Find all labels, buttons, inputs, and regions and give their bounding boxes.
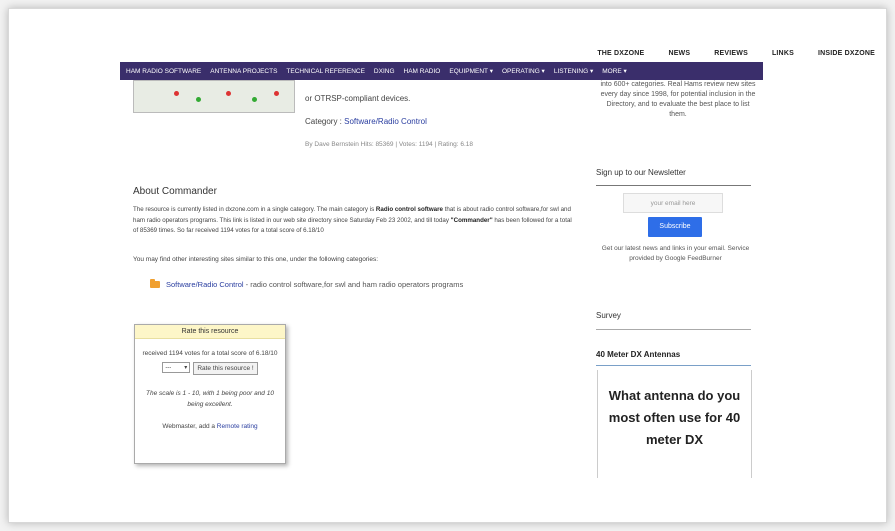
about-text-part: The resource is currently listed in dxzo… [133, 206, 376, 213]
newsletter-email-input[interactable]: your email here [623, 193, 723, 213]
nav-antenna-projects[interactable]: ANTENNA PROJECTS [210, 68, 277, 75]
nav-ham-radio-software[interactable]: HAM RADIO SOFTWARE [126, 68, 201, 75]
nav-equipment[interactable]: EQUIPMENT ▾ [449, 67, 493, 75]
topnav-dxzone[interactable]: THE DXZONE [597, 50, 644, 57]
subscribe-button[interactable]: Subscribe [648, 217, 702, 237]
about-title: About Commander [133, 186, 217, 197]
survey-title: Survey [596, 311, 621, 320]
nav-more[interactable]: MORE ▾ [602, 67, 627, 75]
dx-antennas-title: 40 Meter DX Antennas [596, 350, 681, 359]
survey-frame[interactable]: What antenna do you most often use for 4… [597, 370, 752, 478]
similar-category-item: Software/Radio Control - radio control s… [150, 279, 463, 289]
resource-category: Category : Software/Radio Control [305, 117, 427, 126]
nav-ham-radio[interactable]: HAM RADIO [404, 68, 441, 75]
nav-listening[interactable]: LISTENING ▾ [554, 67, 593, 75]
nav-operating[interactable]: OPERATING ▾ [502, 67, 545, 75]
similar-category-link[interactable]: Software/Radio Control [166, 280, 244, 289]
directory-intro-text: into 600+ categories. Real Hams review n… [600, 81, 756, 118]
scale-text-part: being poor and [219, 390, 267, 397]
main-nav: HAM RADIO SOFTWARE ANTENNA PROJECTS TECH… [120, 62, 763, 80]
rating-select[interactable]: --- [162, 362, 191, 374]
about-main-category: Radio control software [375, 206, 443, 213]
survey-question: What antenna do you most often use for 4… [608, 388, 741, 447]
resource-description: or OTRSP-compliant devices. [305, 94, 411, 103]
scale-text-part: being excellent. [187, 401, 233, 408]
about-text: The resource is currently listed in dxzo… [133, 205, 578, 237]
rate-scale-text: The scale is 1 - 10, with 1 being poor a… [143, 388, 277, 410]
similar-categories-text: You may find other interesting sites sim… [133, 256, 379, 263]
about-resource-name: "Commander" [450, 216, 493, 224]
nav-technical-reference[interactable]: TECHNICAL REFERENCE [286, 68, 365, 75]
dx-divider [596, 365, 751, 366]
folder-icon [150, 279, 160, 288]
top-nav: THE DXZONE NEWS REVIEWS LINKS INSIDE DXZ… [597, 50, 874, 57]
newsletter-divider [596, 185, 751, 186]
category-label: Category : [305, 117, 345, 126]
category-link[interactable]: Software/Radio Control [344, 117, 427, 126]
resource-byline: By Dave Bernstein Hits: 85369 | Votes: 1… [305, 141, 474, 148]
similar-category-entry: Software/Radio Control - radio control s… [166, 280, 463, 289]
remote-rating-prefix: Webmaster, add a [162, 423, 217, 430]
newsletter-title: Sign up to our Newsletter [596, 168, 686, 177]
nav-dxing[interactable]: DXING [374, 68, 395, 75]
topnav-inside-dxzone[interactable]: INSIDE DXZONE [818, 50, 875, 57]
topnav-links[interactable]: LINKS [772, 50, 794, 57]
scale-text-part: The scale is 1 - 10, with [146, 390, 217, 397]
rate-controls: --- Rate this resource ! [135, 362, 285, 375]
remote-rating: Webmaster, add a Remote rating [135, 423, 285, 430]
survey-divider [596, 329, 751, 330]
rate-resource-box: Rate this resource received 1194 votes f… [134, 324, 286, 464]
rate-box-header: Rate this resource [135, 325, 285, 339]
rate-button[interactable]: Rate this resource ! [193, 362, 258, 375]
topnav-reviews[interactable]: REVIEWS [714, 50, 748, 57]
topnav-news[interactable]: NEWS [668, 50, 690, 57]
scale-excellent-value: 10 [266, 390, 274, 397]
newsletter-description: Get our latest news and links in your em… [601, 245, 750, 262]
remote-rating-link[interactable]: Remote rating [217, 423, 258, 430]
similar-category-desc: - radio control software,for swl and ham… [243, 280, 464, 289]
rate-votes-text: received 1194 votes for a total score of… [142, 350, 278, 357]
resource-screenshot-thumbnail[interactable] [133, 80, 295, 113]
